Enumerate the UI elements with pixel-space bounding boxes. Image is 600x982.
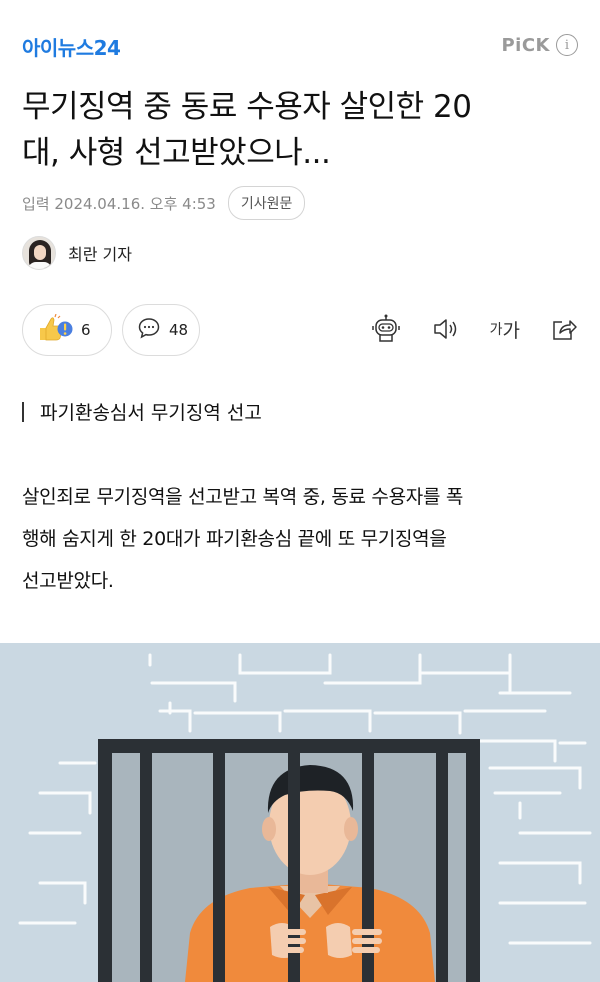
- subheading-text: 파기환송심서 무기징역 선고: [40, 402, 262, 424]
- ai-bot-icon[interactable]: [370, 314, 402, 344]
- comment-count: 48: [169, 321, 189, 339]
- article-body: 살인죄로 무기징역을 선고받고 복역 중, 동료 수용자를 폭 행해 숨지게 한…: [22, 476, 582, 602]
- author-row[interactable]: 최란 기자: [22, 236, 132, 270]
- author-name[interactable]: 최란 기자: [68, 241, 132, 265]
- publish-date: 입력 2024.04.16. 오후 4:53: [22, 194, 216, 213]
- speaker-icon[interactable]: [432, 314, 460, 344]
- title-line-1: 무기징역 중 동료 수용자 살인한 20: [22, 89, 472, 125]
- info-icon[interactable]: i: [556, 34, 578, 56]
- body-line-3: 선고받았다.: [22, 570, 114, 592]
- article-meta: 입력 2024.04.16. 오후 4:53 기사원문: [22, 186, 306, 220]
- like-reaction-icon: [37, 313, 73, 346]
- share-icon[interactable]: [550, 314, 578, 344]
- action-bar: 6 48 가 가: [22, 304, 578, 356]
- pick-badge[interactable]: PiCK i: [501, 34, 578, 56]
- header: 아이뉴스24 PiCK i: [0, 0, 600, 80]
- body-line-2: 행해 숨지게 한 20대가 파기환송심 끝에 또 무기징역을: [22, 528, 447, 550]
- subheading-bar: [22, 401, 24, 422]
- comment-button[interactable]: 48: [122, 304, 200, 356]
- pick-label: PiCK: [501, 34, 550, 56]
- avatar-icon: [22, 236, 56, 270]
- publisher-logo[interactable]: 아이뉴스24: [22, 32, 121, 61]
- body-line-1: 살인죄로 무기징역을 선고받고 복역 중, 동료 수용자를 폭: [22, 486, 464, 508]
- font-large-label: 가: [502, 319, 520, 342]
- prisoner-illustration: [18, 653, 592, 982]
- article-title: 무기징역 중 동료 수용자 살인한 20 대, 사형 선고받았으나...: [22, 84, 578, 176]
- reaction-button[interactable]: 6: [22, 304, 112, 356]
- font-size-icon[interactable]: 가가: [490, 314, 520, 344]
- like-count: 6: [81, 321, 91, 339]
- font-small-label: 가: [489, 322, 503, 338]
- comment-icon: [137, 316, 161, 344]
- original-article-button[interactable]: 기사원문: [227, 186, 306, 220]
- article-tools: 가가: [370, 314, 578, 344]
- title-line-2: 대, 사형 선고받았으나...: [22, 135, 331, 171]
- article-subheading: 파기환송심서 무기징역 선고: [22, 398, 262, 425]
- article-image[interactable]: [0, 643, 600, 982]
